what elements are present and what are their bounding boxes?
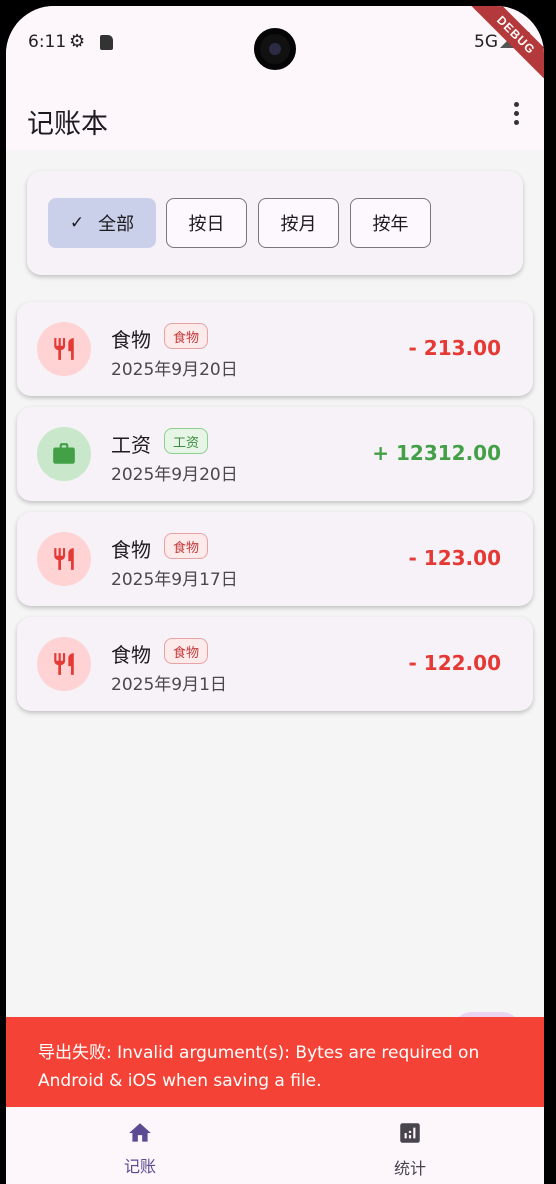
category-tag: 食物 — [164, 533, 209, 559]
transaction-amount: - 123.00 — [408, 546, 501, 570]
category-tag: 工资 — [164, 428, 209, 454]
phone-screen: 6:11 ⚙ 5G DEBUG 记账本 ✓ 全部 按日 按月 按年 食物 食物 — [6, 6, 544, 1184]
filter-card: ✓ 全部 按日 按月 按年 — [27, 171, 523, 275]
transaction-item[interactable]: 工资 工资 2025年9月20日 + 12312.00 — [17, 407, 533, 501]
error-snackbar: 导出失败: Invalid argument(s): Bytes are req… — [6, 1017, 544, 1107]
status-time: 6:11 — [28, 32, 67, 52]
nav-label: 统计 — [393, 1159, 426, 1178]
app-bar: 记账本 — [6, 78, 544, 150]
transaction-item[interactable]: 食物 食物 2025年9月17日 - 123.00 — [17, 512, 533, 606]
restaurant-icon — [37, 322, 91, 376]
category-tag: 食物 — [164, 323, 209, 349]
briefcase-icon — [37, 427, 91, 481]
more-vert-icon[interactable] — [508, 102, 524, 128]
transaction-date: 2025年9月20日 — [111, 360, 238, 380]
transaction-category: 食物 — [111, 328, 151, 352]
filter-chip-all[interactable]: ✓ 全部 — [48, 198, 156, 248]
nav-label: 记账 — [123, 1157, 156, 1176]
filter-chip-label: 全部 — [98, 214, 135, 235]
restaurant-icon — [37, 637, 91, 691]
bar-chart-icon — [400, 1123, 420, 1143]
check-icon: ✓ — [69, 213, 85, 233]
settings-icon: ⚙ — [69, 31, 86, 52]
transaction-category: 食物 — [111, 538, 151, 562]
sd-card-icon — [100, 35, 113, 50]
bottom-navigation: 记账 统计 — [6, 1107, 544, 1184]
camera-cutout — [254, 28, 296, 70]
filter-chip-year[interactable]: 按年 — [350, 198, 431, 248]
nav-item-bookkeeping[interactable]: 记账 — [90, 1107, 190, 1184]
transaction-item[interactable]: 食物 食物 2025年9月20日 - 213.00 — [17, 302, 533, 396]
category-tag: 食物 — [164, 638, 209, 664]
transaction-amount: + 12312.00 — [372, 441, 501, 465]
filter-chip-month[interactable]: 按月 — [258, 198, 339, 248]
filter-chip-label: 按年 — [372, 214, 409, 235]
nav-item-statistics[interactable]: 统计 — [360, 1107, 460, 1184]
transaction-category: 食物 — [111, 643, 151, 667]
transaction-date: 2025年9月1日 — [111, 675, 227, 695]
transaction-amount: - 213.00 — [408, 336, 501, 360]
home-icon — [129, 1123, 151, 1142]
page-title: 记账本 — [27, 109, 108, 140]
transaction-item[interactable]: 食物 食物 2025年9月1日 - 122.00 — [17, 617, 533, 711]
transaction-amount: - 122.00 — [408, 651, 501, 675]
transaction-date: 2025年9月20日 — [111, 465, 238, 485]
filter-chip-day[interactable]: 按日 — [166, 198, 247, 248]
snackbar-message: 导出失败: Invalid argument(s): Bytes are req… — [38, 1043, 480, 1091]
transaction-category: 工资 — [111, 433, 151, 457]
restaurant-icon — [37, 532, 91, 586]
filter-chip-label: 按日 — [188, 214, 225, 235]
transaction-date: 2025年9月17日 — [111, 570, 238, 590]
network-type: 5G — [474, 32, 498, 52]
filter-chip-label: 按月 — [280, 214, 317, 235]
